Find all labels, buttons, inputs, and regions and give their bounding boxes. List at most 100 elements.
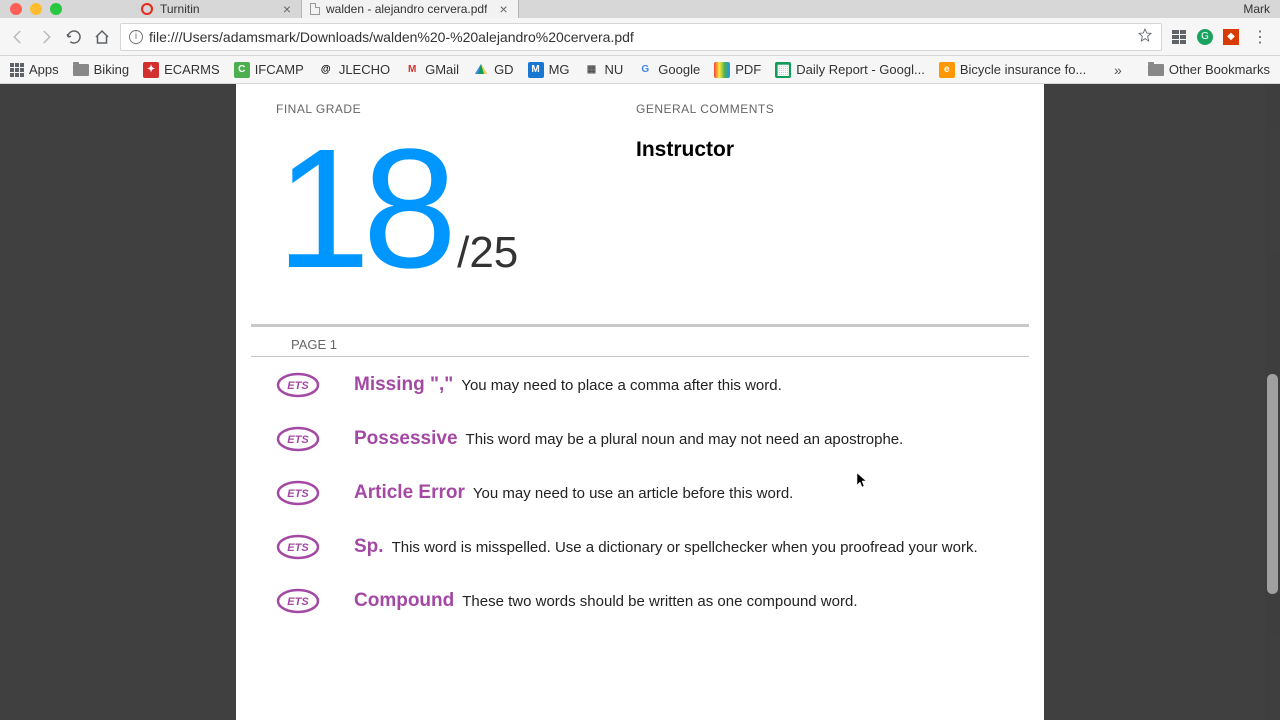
- bookmark-item[interactable]: ▦ NU: [584, 62, 624, 78]
- bookmark-item[interactable]: PDF: [714, 62, 761, 78]
- ets-badge-icon: ETS: [276, 533, 320, 561]
- ets-badge-icon: ETS: [276, 479, 320, 507]
- bookmark-favicon-icon: [473, 62, 489, 78]
- ets-badge-icon: ETS: [276, 425, 320, 453]
- bookmark-label: GD: [494, 62, 514, 77]
- extension-panel-icon[interactable]: [1170, 28, 1188, 46]
- bookmark-item[interactable]: GD: [473, 62, 514, 78]
- bookmark-label: Google: [658, 62, 700, 77]
- bookmark-item[interactable]: ▦ Daily Report - Googl...: [775, 62, 925, 78]
- tab-turnitin[interactable]: Turnitin ×: [132, 0, 302, 18]
- maximize-window-icon[interactable]: [50, 3, 62, 15]
- tabs-container: Turnitin × walden - alejandro cervera.pd…: [132, 0, 519, 18]
- scrollbar-thumb[interactable]: [1267, 374, 1278, 594]
- window-controls: [0, 3, 132, 15]
- address-bar[interactable]: i file:///Users/adamsmark/Downloads/wald…: [120, 23, 1162, 51]
- bookmark-label: PDF: [735, 62, 761, 77]
- section-divider: [251, 356, 1029, 357]
- extension-grammarly-icon[interactable]: G: [1196, 28, 1214, 46]
- bookmark-item[interactable]: C IFCAMP: [234, 62, 304, 78]
- grade-total: /25: [457, 228, 518, 278]
- profile-name[interactable]: Mark: [1243, 2, 1270, 16]
- bookmark-label: MG: [549, 62, 570, 77]
- bookmark-favicon-icon: ✦: [143, 62, 159, 78]
- apps-button[interactable]: Apps: [10, 62, 59, 77]
- extension-office-icon[interactable]: ◆: [1222, 28, 1240, 46]
- feedback-item: ETS Missing "," You may need to place a c…: [276, 371, 1004, 399]
- bookmark-favicon-icon: M: [404, 62, 420, 78]
- url-text: file:///Users/adamsmark/Downloads/walden…: [149, 29, 1131, 45]
- feedback-item: ETS CompoundThese two words should be wr…: [276, 587, 1004, 615]
- chrome-menu-icon[interactable]: ⋮: [1248, 27, 1272, 47]
- bookmark-item[interactable]: Biking: [73, 62, 129, 77]
- back-button[interactable]: [8, 27, 28, 47]
- close-window-icon[interactable]: [10, 3, 22, 15]
- feedback-title: Compound: [354, 590, 454, 612]
- bookmarks-bar: Apps Biking ✦ ECARMS C IFCAMP @ JLECHO M GMa…: [0, 56, 1280, 84]
- svg-text:ETS: ETS: [287, 542, 309, 554]
- feedback-desc: You may need to use an article before th…: [473, 485, 793, 502]
- bookmark-favicon-icon: ▦: [775, 62, 791, 78]
- grade-display: 18 /25: [276, 124, 636, 294]
- bookmark-label: NU: [605, 62, 624, 77]
- bookmark-favicon-icon: M: [528, 62, 544, 78]
- ets-badge-icon: ETS: [276, 371, 320, 399]
- tab-label: Turnitin: [160, 2, 271, 16]
- file-favicon-icon: [310, 3, 320, 15]
- browser-tabstrip: Turnitin × walden - alejandro cervera.pd…: [0, 0, 1280, 18]
- bookmark-favicon-icon: C: [234, 62, 250, 78]
- bookmark-favicon-icon: e: [939, 62, 955, 78]
- bookmark-item[interactable]: M GMail: [404, 62, 459, 78]
- svg-text:ETS: ETS: [287, 434, 309, 446]
- apps-label: Apps: [29, 62, 59, 77]
- apps-icon: [10, 63, 24, 77]
- bookmarks-overflow-icon[interactable]: »: [1114, 62, 1122, 78]
- home-button[interactable]: [92, 27, 112, 47]
- feedback-list: ETS Missing "," You may need to place a c…: [276, 371, 1004, 615]
- bookmark-favicon-icon: ▦: [584, 62, 600, 78]
- bookmark-item[interactable]: M MG: [528, 62, 570, 78]
- feedback-desc: This word may be a plural noun and may n…: [466, 431, 904, 448]
- minimize-window-icon[interactable]: [30, 3, 42, 15]
- bookmark-item[interactable]: ✦ ECARMS: [143, 62, 220, 78]
- other-bookmarks-label: Other Bookmarks: [1169, 62, 1270, 77]
- bookmark-item[interactable]: @ JLECHO: [318, 62, 390, 78]
- bookmark-label: JLECHO: [339, 62, 390, 77]
- svg-text:ETS: ETS: [287, 488, 309, 500]
- bookmark-label: IFCAMP: [255, 62, 304, 77]
- general-comments-label: GENERAL COMMENTS: [636, 102, 1004, 116]
- feedback-desc: This word is misspelled. Use a dictionar…: [392, 539, 978, 556]
- feedback-title: Sp.: [354, 536, 384, 558]
- bookmark-star-icon[interactable]: [1137, 27, 1153, 46]
- bookmark-item[interactable]: G Google: [637, 62, 700, 78]
- feedback-title: Article Error: [354, 482, 465, 504]
- bookmark-favicon-icon: [714, 62, 730, 78]
- bookmark-label: GMail: [425, 62, 459, 77]
- tab-pdf[interactable]: walden - alejandro cervera.pdf ×: [302, 0, 519, 18]
- folder-icon: [1148, 64, 1164, 76]
- feedback-title: Possessive: [354, 428, 458, 450]
- folder-icon: [73, 64, 89, 76]
- bookmark-favicon-icon: G: [637, 62, 653, 78]
- tab-close-icon[interactable]: ×: [277, 1, 291, 17]
- vertical-scrollbar[interactable]: [1265, 84, 1280, 720]
- instructor-heading: Instructor: [636, 138, 1004, 162]
- bookmark-favicon-icon: @: [318, 62, 334, 78]
- other-bookmarks-button[interactable]: Other Bookmarks: [1148, 62, 1270, 77]
- bookmark-label: Biking: [94, 62, 129, 77]
- tab-close-icon[interactable]: ×: [493, 1, 507, 17]
- forward-button[interactable]: [36, 27, 56, 47]
- bookmark-label: Bicycle insurance fo...: [960, 62, 1086, 77]
- browser-toolbar: i file:///Users/adamsmark/Downloads/wald…: [0, 18, 1280, 56]
- bookmark-item[interactable]: e Bicycle insurance fo...: [939, 62, 1086, 78]
- site-info-icon[interactable]: i: [129, 30, 143, 44]
- turnitin-favicon-icon: [140, 2, 154, 16]
- grade-score: 18: [276, 124, 449, 294]
- bookmark-label: ECARMS: [164, 62, 220, 77]
- feedback-title: Missing ",": [354, 374, 453, 396]
- bookmark-label: Daily Report - Googl...: [796, 62, 925, 77]
- reload-button[interactable]: [64, 27, 84, 47]
- feedback-item: ETS Sp. This word is misspelled. Use a di…: [276, 533, 1004, 561]
- feedback-desc: You may need to place a comma after this…: [461, 377, 781, 394]
- tab-label: walden - alejandro cervera.pdf: [326, 2, 487, 16]
